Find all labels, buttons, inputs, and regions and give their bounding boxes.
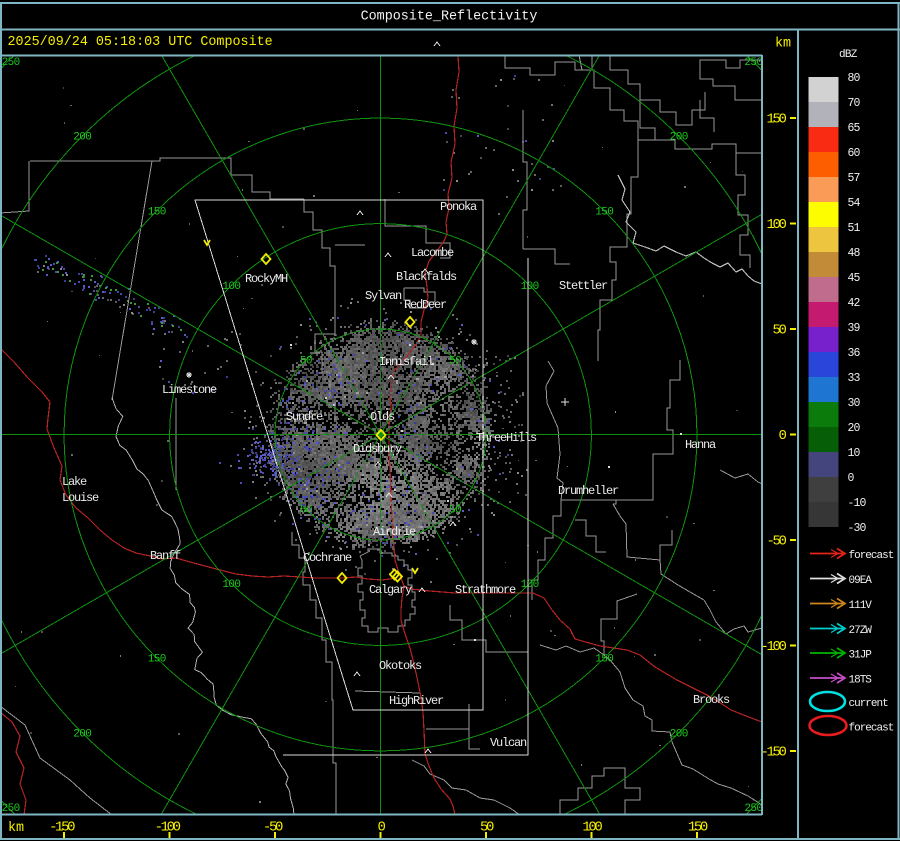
svg-text:-50: -50 — [767, 533, 787, 549]
svg-text:Olds: Olds — [370, 410, 395, 424]
svg-text:Louise: Louise — [62, 491, 99, 505]
svg-text:50: 50 — [300, 355, 312, 367]
svg-text:200: 200 — [670, 132, 688, 144]
svg-text:45: 45 — [848, 272, 861, 285]
svg-text:Sylvan: Sylvan — [365, 289, 402, 303]
svg-text:111V: 111V — [849, 600, 873, 612]
svg-text:200: 200 — [670, 728, 688, 740]
svg-text:60: 60 — [848, 147, 861, 160]
svg-text:150: 150 — [148, 206, 166, 218]
svg-text:100: 100 — [521, 579, 539, 591]
svg-text:100: 100 — [767, 217, 787, 233]
svg-text:-30: -30 — [848, 522, 867, 535]
svg-text:Innisfail: Innisfail — [379, 355, 434, 369]
svg-text:Strathmore: Strathmore — [455, 583, 516, 597]
svg-text:39: 39 — [848, 322, 861, 335]
svg-text:18TS: 18TS — [849, 675, 873, 687]
svg-text:Lake: Lake — [62, 475, 87, 489]
svg-text:70: 70 — [848, 97, 861, 110]
svg-text:-100: -100 — [761, 639, 787, 655]
svg-text:80: 80 — [848, 72, 861, 85]
svg-text:Okotoks: Okotoks — [379, 659, 422, 673]
svg-text:50: 50 — [773, 322, 787, 338]
svg-text:250: 250 — [2, 57, 20, 69]
svg-text:Lacombe: Lacombe — [411, 246, 454, 260]
svg-text:2025/09/24 05:18:03 UTC Compos: 2025/09/24 05:18:03 UTC Composite — [8, 35, 273, 50]
svg-text:Blackfalds: Blackfalds — [396, 270, 457, 284]
svg-text:Airdrie: Airdrie — [373, 525, 416, 539]
svg-text:250: 250 — [744, 57, 762, 69]
svg-text:150: 150 — [148, 654, 166, 666]
svg-text:-100: -100 — [155, 820, 181, 836]
svg-text:27ZW: 27ZW — [849, 625, 873, 637]
svg-text:50: 50 — [449, 355, 461, 367]
svg-text:57: 57 — [848, 172, 860, 185]
svg-text:20: 20 — [848, 422, 861, 435]
svg-text:250: 250 — [2, 803, 20, 815]
svg-text:51: 51 — [848, 222, 861, 235]
svg-text:48: 48 — [848, 247, 861, 260]
svg-text:Limestone: Limestone — [162, 383, 217, 397]
svg-text:100: 100 — [222, 281, 240, 293]
svg-text:Composite_Reflectivity: Composite_Reflectivity — [361, 10, 538, 25]
svg-text:150: 150 — [595, 206, 613, 218]
svg-text:km: km — [8, 821, 24, 836]
svg-text:Calgary: Calgary — [369, 583, 412, 597]
svg-text:forecast: forecast — [849, 723, 894, 735]
svg-text:HighRiver: HighRiver — [389, 694, 444, 708]
svg-text:Banff: Banff — [150, 549, 181, 563]
svg-text:65: 65 — [848, 122, 861, 135]
svg-text:RockyMH: RockyMH — [245, 272, 288, 286]
svg-text:dBZ: dBZ — [839, 49, 858, 61]
svg-text:ThreeHills: ThreeHills — [476, 431, 537, 445]
svg-text:33: 33 — [848, 372, 861, 385]
svg-text:Ponoka: Ponoka — [440, 200, 477, 214]
svg-text:200: 200 — [73, 132, 91, 144]
svg-text:09EA: 09EA — [849, 575, 873, 587]
svg-text:150: 150 — [688, 820, 708, 836]
svg-text:100: 100 — [582, 820, 602, 836]
svg-text:current: current — [849, 698, 889, 710]
svg-text:54: 54 — [848, 197, 861, 210]
svg-text:150: 150 — [767, 112, 787, 128]
svg-text:Sundre: Sundre — [286, 410, 323, 424]
svg-text:-10: -10 — [848, 497, 867, 510]
svg-text:200: 200 — [73, 728, 91, 740]
svg-text:km: km — [775, 37, 791, 52]
svg-text:RedDeer: RedDeer — [404, 298, 447, 312]
svg-text:31JP: 31JP — [849, 650, 873, 662]
svg-text:250: 250 — [744, 803, 762, 815]
svg-text:Hanna: Hanna — [685, 438, 716, 452]
svg-text:Vulcan: Vulcan — [490, 736, 527, 750]
svg-text:100: 100 — [521, 281, 539, 293]
svg-text:50: 50 — [480, 820, 494, 836]
svg-text:30: 30 — [848, 397, 861, 410]
svg-text:Didsbury: Didsbury — [353, 442, 402, 456]
svg-text:10: 10 — [848, 447, 861, 460]
svg-text:Cochrane: Cochrane — [303, 551, 352, 565]
svg-text:42: 42 — [848, 297, 861, 310]
svg-text:-150: -150 — [761, 744, 787, 760]
svg-text:0: 0 — [848, 472, 855, 485]
svg-text:Stettler: Stettler — [559, 279, 608, 293]
svg-text:forecast: forecast — [849, 550, 894, 562]
svg-text:100: 100 — [222, 579, 240, 591]
svg-text:-50: -50 — [263, 820, 283, 836]
svg-text:Drumheller: Drumheller — [558, 484, 619, 498]
svg-text:Brooks: Brooks — [693, 693, 730, 707]
svg-text:150: 150 — [595, 654, 613, 666]
svg-text:36: 36 — [848, 347, 861, 360]
svg-text:-150: -150 — [49, 820, 75, 836]
